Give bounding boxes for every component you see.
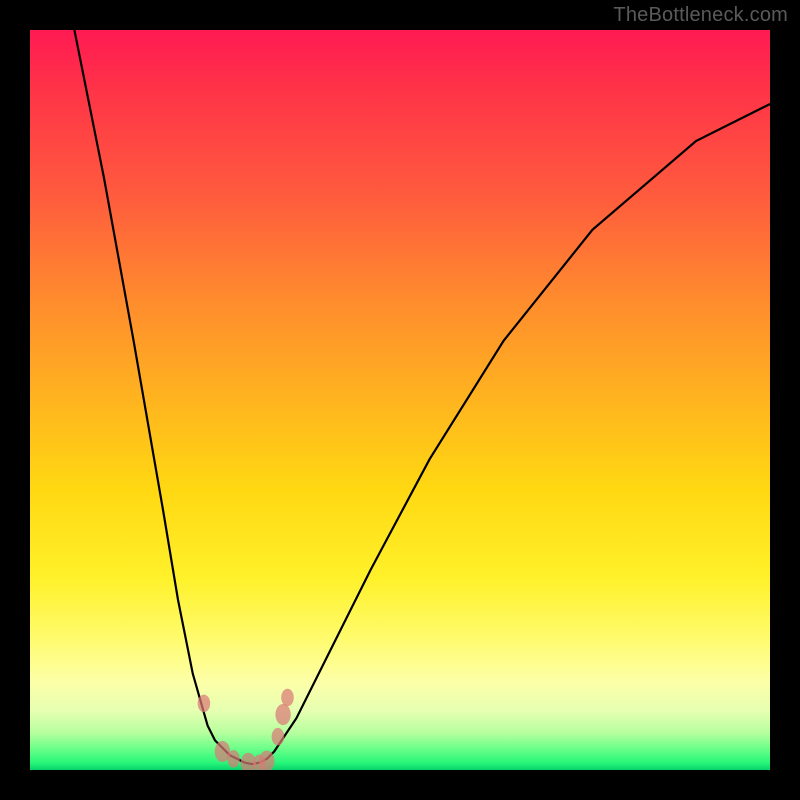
- curve-marker: [281, 689, 294, 707]
- bottleneck-curve: [30, 30, 770, 770]
- curve-marker: [275, 704, 290, 725]
- plot-area: [30, 30, 770, 770]
- curve-marker: [227, 750, 240, 768]
- curve-marker: [198, 695, 211, 713]
- curve-marker: [272, 728, 285, 746]
- watermark-text: TheBottleneck.com: [613, 4, 788, 27]
